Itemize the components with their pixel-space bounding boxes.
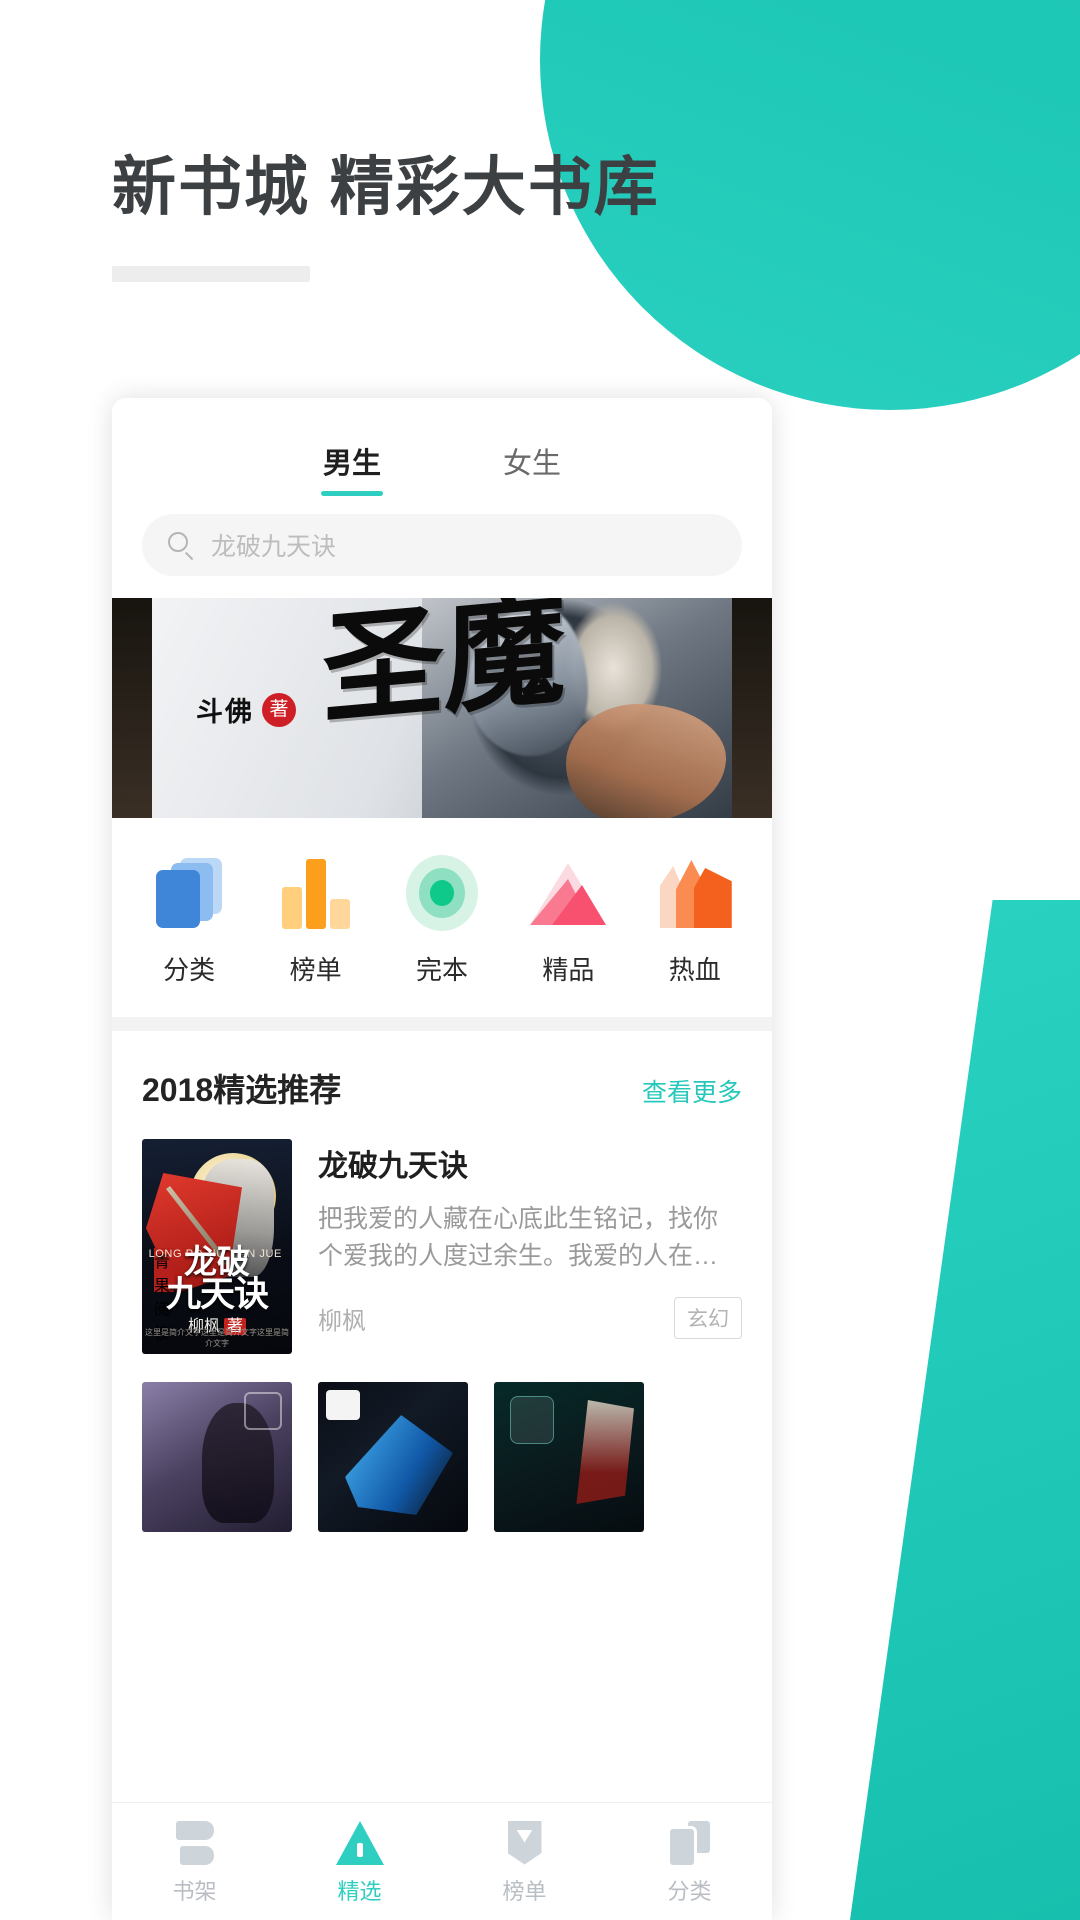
shelf-icon [112, 1818, 277, 1868]
nav-item-shelf[interactable]: 书架 [112, 1818, 277, 1906]
nav-label: 书架 [172, 1878, 217, 1904]
concentric-circles-icon [388, 854, 496, 932]
nav-item-category[interactable]: 分类 [607, 1818, 772, 1906]
cover-title-line2: 九天诀 [165, 1275, 269, 1315]
book-cover-1[interactable] [142, 1382, 292, 1532]
tab-female[interactable]: 女生 [497, 440, 567, 496]
nav-label: 精选 [337, 1878, 382, 1904]
nav-item-featured[interactable]: 精选 [277, 1818, 442, 1906]
section-header: 2018精选推荐 查看更多 [112, 1031, 772, 1123]
nav-label: 分类 [667, 1878, 712, 1904]
book-genre-tag: 玄幻 [674, 1297, 742, 1339]
book-cover-2[interactable] [318, 1382, 468, 1532]
book-title[interactable]: 龙破九天诀 [318, 1141, 742, 1185]
book-grid [112, 1364, 772, 1532]
quick-category-label: 分类 [163, 955, 216, 985]
page-title: 新书城 精彩大书库 [112, 151, 660, 223]
search-placeholder: 龙破九天诀 [211, 533, 337, 561]
decorative-wedge-right [850, 900, 1080, 1920]
bar-chart-icon [262, 854, 370, 932]
banner-author-name: 斗佛 [196, 697, 254, 727]
nav-item-ranking[interactable]: 榜单 [442, 1818, 607, 1906]
banner-slide-active[interactable]: 斗佛 著 圣魔 [152, 598, 732, 818]
book-meta-row: 柳枫 玄幻 [318, 1297, 742, 1339]
screenshot-page: 新书城 精彩大书库 男生 女生 龙破九天诀 斗佛 著 圣魔 分类 榜单 完本 精… [0, 0, 1080, 1920]
category-icon [607, 1818, 772, 1868]
search-bar-container: 龙破九天诀 [112, 510, 772, 576]
quick-category-label: 完本 [415, 955, 468, 985]
banner-calligraphy-title: 圣魔 [322, 598, 566, 740]
gender-tabs: 男生 女生 [112, 398, 772, 510]
featured-book-info: 龙破九天诀 把我爱的人藏在心底此生铭记，找你个爱我的人度过余生。我爱的人在曾经已… [318, 1139, 742, 1354]
bottom-navigation-bar: 书架 精选 榜单 分类 [112, 1802, 772, 1920]
quick-category-rexue[interactable]: 热血 [641, 854, 749, 987]
cover-title: 龙破 九天诀 [150, 1247, 284, 1315]
stacked-cards-icon [135, 854, 243, 932]
search-input[interactable]: 龙破九天诀 [142, 514, 742, 576]
quick-category-bangdan[interactable]: 榜单 [262, 854, 370, 987]
section-divider [112, 1017, 772, 1031]
book-author: 柳枫 [318, 1307, 366, 1335]
search-icon [168, 531, 195, 561]
banner-author: 斗佛 著 [196, 690, 296, 729]
section-title: 2018精选推荐 [142, 1072, 342, 1108]
banner-slide-next[interactable] [730, 598, 772, 818]
star-icon [277, 1818, 442, 1868]
banner-slide-prev[interactable] [112, 598, 154, 818]
flame-icon [641, 854, 749, 932]
title-underline-bar [112, 266, 310, 282]
banner-carousel[interactable]: 斗佛 著 圣魔 [112, 598, 772, 818]
tab-male[interactable]: 男生 [317, 440, 387, 496]
nav-label: 榜单 [502, 1878, 547, 1904]
mountain-icon [514, 854, 622, 932]
book-description: 把我爱的人藏在心底此生铭记，找你个爱我的人度过余生。我爱的人在曾经已回… [318, 1205, 719, 1270]
view-more-link[interactable]: 查看更多 [642, 1073, 742, 1109]
quick-category-row: 分类 榜单 完本 精品 热血 [112, 818, 772, 1017]
quick-category-jingpin[interactable]: 精品 [514, 854, 622, 987]
quick-category-label: 榜单 [289, 955, 342, 985]
quick-category-label: 精品 [542, 955, 595, 985]
cover-footer-text: 这里是简介文字这里是简介文字这里是简介文字 [145, 1328, 289, 1348]
banner-author-seal: 著 [262, 692, 296, 727]
quick-category-wanben[interactable]: 完本 [388, 854, 496, 987]
quick-category-label: 热血 [668, 955, 721, 985]
rank-badge-icon [442, 1818, 607, 1868]
featured-book-cover[interactable]: 青果阅读 LONG PO JIU TIAN JUE 龙破 九天诀 柳枫著 这里是… [142, 1139, 292, 1354]
phone-preview-card: 男生 女生 龙破九天诀 斗佛 著 圣魔 分类 榜单 完本 精品 热血 2018精… [112, 398, 772, 1920]
quick-category-fenlei[interactable]: 分类 [135, 854, 243, 987]
book-cover-3[interactable] [494, 1382, 644, 1532]
featured-book-item[interactable]: 青果阅读 LONG PO JIU TIAN JUE 龙破 九天诀 柳枫著 这里是… [112, 1123, 772, 1364]
